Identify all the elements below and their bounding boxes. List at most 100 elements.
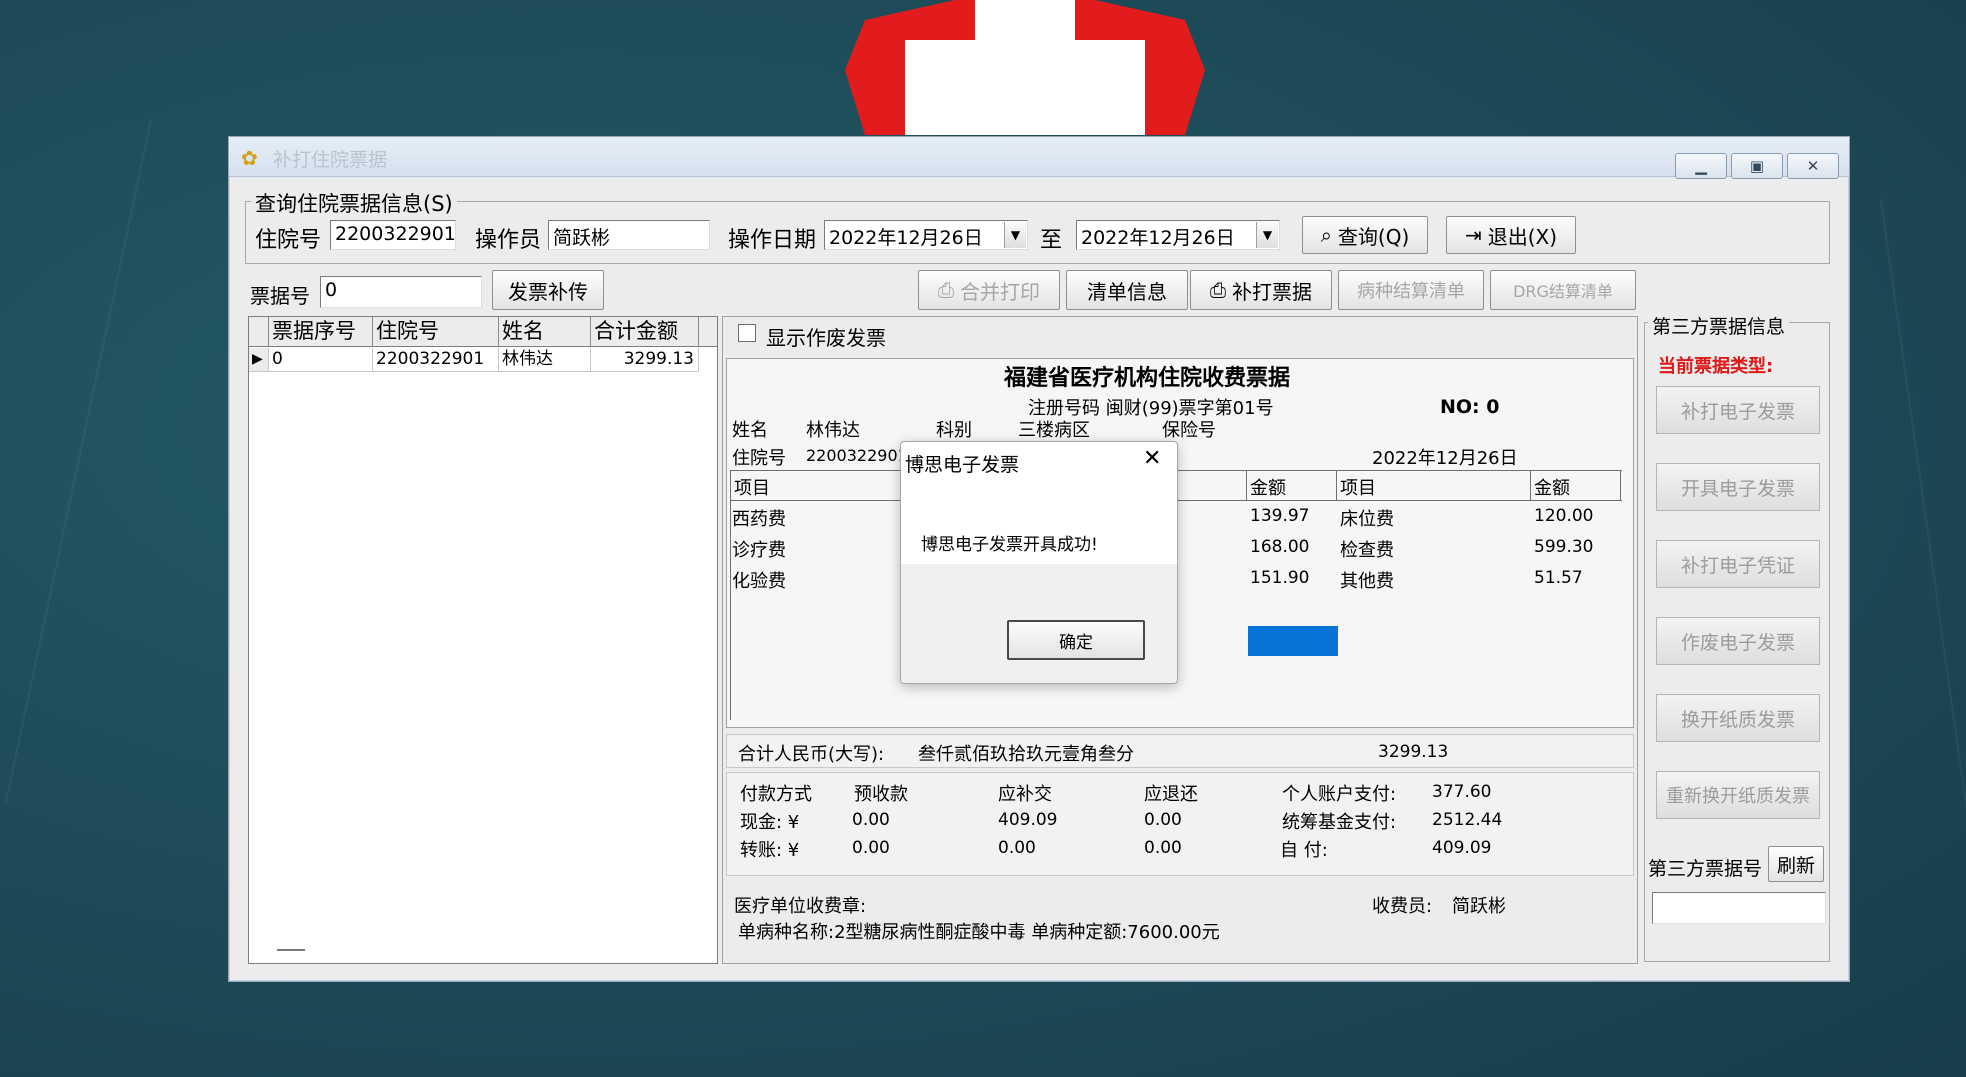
fee-item-amount: 139.97 (1250, 506, 1310, 526)
row-indicator-icon: ▶ (249, 348, 269, 372)
binoculars-icon: ⌕ (1320, 223, 1332, 247)
operator-label: 操作员 (475, 228, 542, 253)
progress-block (1248, 626, 1338, 656)
dialog-ok-button[interactable]: 确定 (1007, 620, 1145, 660)
refresh-button[interactable]: 刷新 (1768, 846, 1824, 882)
grid-header-cell[interactable]: 姓名 (499, 317, 591, 346)
fee-item-name: 诊疗费 (732, 540, 786, 561)
receipt-no-input[interactable]: 0 (320, 276, 482, 308)
table-line (1246, 470, 1247, 500)
reprint-label: 补打票据 (1232, 279, 1312, 304)
exit-button[interactable]: ⇥ 退出(X) (1446, 216, 1576, 254)
receipt-number: NO: 0 (1440, 396, 1500, 418)
receipt-admission-value: 2200322901 (806, 446, 908, 465)
void-e-invoice-button[interactable]: 作废电子发票 (1656, 617, 1820, 665)
receipt-date: 2022年12月26日 (1372, 448, 1518, 469)
grid-cell[interactable]: 2200322901 (373, 348, 499, 372)
disease-line: 单病种名称:2型糖尿病性酮症酸中毒 单病种定额:7600.00元 (738, 922, 1220, 943)
col-amount-header: 金额 (1250, 478, 1286, 499)
disease-settle-button[interactable]: 病种结算清单 (1338, 270, 1484, 310)
maximize-button[interactable]: ▣ (1731, 153, 1783, 179)
receipt-admission-label: 住院号 (732, 448, 786, 469)
personal-account-label: 个人账户支付: (1282, 784, 1397, 805)
table-line (1530, 470, 1531, 500)
grid-header-cell[interactable]: 合计金额 (591, 317, 699, 346)
list-info-button[interactable]: 清单信息 (1066, 270, 1188, 310)
fee-item-name: 检查费 (1340, 540, 1394, 561)
receipt-grid: 票据序号 住院号 姓名 合计金额 ▶ 0 2200322901 林伟达 3299… (248, 316, 718, 964)
close-button[interactable]: ✕ (1787, 153, 1839, 179)
grid-cell[interactable]: 林伟达 (499, 348, 591, 372)
transfer-pay: 0.00 (998, 838, 1036, 858)
fee-item-amount: 168.00 (1250, 537, 1310, 557)
grid-scroll-indicator (277, 949, 305, 951)
date-from-select[interactable]: 2022年12月26日 ▼ (824, 220, 1028, 250)
search-button-label: 查询(Q) (1337, 224, 1410, 249)
table-line (1620, 470, 1621, 500)
fee-item-amount: 151.90 (1250, 568, 1310, 588)
receipt-title: 福建省医疗机构住院收费票据 (1004, 366, 1291, 391)
pay-method-label: 付款方式 (740, 784, 812, 805)
third-party-legend: 第三方票据信息 (1648, 312, 1790, 339)
cash-refund: 0.00 (1144, 810, 1182, 830)
cashier-label: 收费员: (1372, 896, 1433, 917)
date-to-value: 2022年12月26日 (1081, 227, 1235, 249)
maximize-icon: ▣ (1749, 157, 1765, 175)
issue-e-invoice-button[interactable]: 开具电子发票 (1656, 463, 1820, 511)
transfer-refund: 0.00 (1144, 838, 1182, 858)
show-void-checkbox[interactable] (738, 324, 756, 342)
chevron-down-icon[interactable]: ▼ (1004, 222, 1026, 248)
self-pay-label: 自 付: (1280, 840, 1328, 861)
date-label: 操作日期 (728, 228, 817, 253)
chevron-down-icon[interactable]: ▼ (1256, 222, 1278, 248)
re-exchange-paper-button[interactable]: 重新换开纸质发票 (1656, 771, 1820, 819)
exchange-paper-button[interactable]: 换开纸质发票 (1656, 694, 1820, 742)
minimize-button[interactable]: ▁ (1675, 153, 1727, 179)
self-pay-value: 409.09 (1432, 838, 1492, 858)
patient-name-label: 姓名 (732, 420, 768, 441)
printer-icon: ⎙ (938, 278, 954, 302)
operator-input[interactable]: 简跃彬 (548, 220, 710, 250)
should-pay-label: 应补交 (998, 784, 1052, 805)
date-to-select[interactable]: 2022年12月26日 ▼ (1076, 220, 1280, 250)
invoice-upload-button[interactable]: 发票补传 (492, 270, 604, 310)
search-button[interactable]: ⌕ 查询(Q) (1302, 216, 1428, 254)
grid-cell[interactable]: 0 (269, 348, 373, 372)
dialog-close-icon[interactable]: ✕ (1143, 446, 1161, 471)
date-separator: 至 (1040, 228, 1063, 253)
dept-value: 三楼病区 (1018, 420, 1090, 441)
close-icon: ✕ (1806, 157, 1820, 175)
red-cross-logo (845, 0, 1205, 135)
grid-cell[interactable]: 3299.13 (591, 348, 699, 372)
col-item-header: 项目 (734, 478, 770, 499)
fund-value: 2512.44 (1432, 810, 1503, 830)
merge-print-button[interactable]: ⎙ 合并打印 (918, 270, 1060, 310)
drg-settle-button[interactable]: DRG结算清单 (1490, 270, 1636, 310)
fee-item-amount: 51.57 (1534, 568, 1583, 588)
reprint-receipt-button[interactable]: ⎙ 补打票据 (1190, 270, 1332, 310)
col-amount-header: 金额 (1534, 478, 1570, 499)
fund-label: 统筹基金支付: (1282, 812, 1397, 833)
col-item-header: 项目 (1340, 478, 1376, 499)
grid-corner (249, 317, 269, 346)
admission-input[interactable]: 2200322901 (330, 220, 456, 250)
fee-item-name: 床位费 (1340, 509, 1394, 530)
third-party-no-input[interactable] (1652, 892, 1826, 924)
current-type-label: 当前票据类型: (1658, 356, 1774, 377)
cashier-value: 简跃彬 (1452, 896, 1506, 917)
exit-button-label: 退出(X) (1487, 224, 1558, 249)
grid-header-cell[interactable]: 票据序号 (269, 317, 373, 346)
admission-label: 住院号 (255, 228, 322, 253)
total-words: 叁仟贰佰玖拾玖元壹角叁分 (918, 744, 1134, 765)
fee-item-name: 其他费 (1340, 571, 1394, 592)
table-row[interactable]: ▶ 0 2200322901 林伟达 3299.13 (249, 348, 717, 372)
fee-item-name: 化验费 (732, 571, 786, 592)
grid-header-cell[interactable]: 住院号 (373, 317, 499, 346)
merge-print-label: 合并打印 (960, 279, 1040, 304)
reprint-e-voucher-button[interactable]: 补打电子凭证 (1656, 540, 1820, 588)
total-value: 3299.13 (1378, 742, 1449, 762)
date-from-value: 2022年12月26日 (829, 227, 983, 249)
reprint-e-invoice-button[interactable]: 补打电子发票 (1656, 386, 1820, 434)
should-refund-label: 应退还 (1144, 784, 1198, 805)
minimize-icon: ▁ (1695, 157, 1707, 175)
